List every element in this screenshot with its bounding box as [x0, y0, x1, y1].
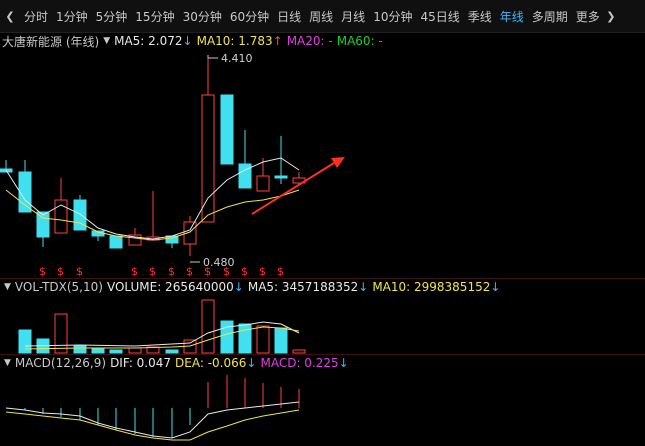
arrow-down-icon: ↓	[490, 280, 501, 294]
ma5-readout: MA5: 2.072	[114, 34, 183, 48]
period-tab[interactable]: 年线	[496, 8, 528, 25]
period-tab[interactable]: 多周期	[528, 8, 572, 25]
volume-ma10-readout: MA10: 2998385152	[372, 280, 491, 294]
dividend-marker: $	[149, 265, 156, 278]
chevron-down-icon[interactable]: ▼	[4, 282, 11, 292]
arrow-down-icon: ↓	[182, 34, 193, 48]
chevron-right-icon[interactable]: ❯	[604, 10, 618, 23]
dividend-marker: $	[223, 265, 230, 278]
arrow-down-icon: ↓	[246, 356, 257, 370]
volume-bar-down	[73, 345, 87, 354]
period-tabs: 分时 1分钟 5分钟 15分钟 30分钟 60分钟 日线 周线 月线 10分钟 45日线 季线 年线 多周…	[20, 8, 604, 25]
chevron-down-icon[interactable]: ▼	[103, 36, 110, 46]
dividend-marker: $	[39, 265, 46, 278]
candle-up	[256, 175, 270, 192]
volume-bar-down	[274, 327, 288, 354]
high-pointer	[207, 55, 218, 59]
macd-header: ▼ MACD(12,26,9) DIF: 0.047 DEA: -0.066 ↓…	[0, 354, 353, 372]
dividend-marker: $	[57, 265, 64, 278]
volume-chart[interactable]	[0, 296, 645, 354]
period-tab[interactable]: 30分钟	[179, 8, 226, 25]
dividend-marker: $	[277, 265, 284, 278]
period-tab[interactable]: 45日线	[416, 8, 463, 25]
arrow-down-icon: ↓	[338, 356, 349, 370]
stock-title: 大唐新能源 (年线)	[2, 34, 100, 49]
macd-chart[interactable]	[0, 372, 645, 446]
arrow-up-icon: ↑	[272, 34, 283, 48]
volume-header: ▼ VOL-TDX(5,10) VOLUME: 265640000 ↓ MA5:…	[0, 278, 504, 296]
dividend-marker: $	[168, 265, 175, 278]
period-toolbar: ❮ 分时 1分钟 5分钟 15分钟 30分钟 60分钟 日线 周线 月线 10分钟 45日线 季线 年线…	[0, 0, 645, 33]
candle-down	[36, 211, 50, 238]
volume-readout: VOLUME: 265640000	[106, 280, 234, 294]
chevron-down-icon[interactable]: ▼	[4, 358, 11, 368]
volume-bar-up	[292, 349, 306, 354]
volume-bar-down	[91, 347, 105, 354]
volume-bar-down	[238, 323, 252, 354]
volume-bar-up	[128, 347, 142, 354]
dividend-marker: $	[204, 265, 211, 278]
candlestick-chart[interactable]: 4.4100.480$ $ $ $ $ $ $ $ $ $ $ $	[0, 50, 645, 278]
volume-bar-up	[256, 325, 270, 354]
volume-bar-down	[220, 320, 234, 354]
dea-readout: DEA: -0.066	[175, 356, 247, 370]
candle-down	[220, 94, 234, 165]
dividend-marker: $	[186, 265, 193, 278]
dividend-marker: $	[76, 265, 83, 278]
period-tab[interactable]: 1分钟	[52, 8, 92, 25]
macd-readout: MACD: 0.225	[260, 356, 339, 370]
volume-ma5-readout: MA5: 3457188352	[247, 280, 359, 294]
period-tab[interactable]: 更多	[572, 8, 604, 25]
dividend-marker: $	[131, 265, 138, 278]
ma10-readout: MA10: 1.783	[196, 34, 273, 48]
volume-bar-up	[201, 299, 215, 354]
period-tab[interactable]: 日线	[273, 8, 305, 25]
dif-readout: DIF: 0.047	[110, 356, 172, 370]
volume-bar-down	[18, 329, 32, 354]
arrow-down-icon: ↓	[233, 280, 244, 294]
period-tab[interactable]: 周线	[305, 8, 337, 25]
period-tab[interactable]: 分时	[20, 8, 52, 25]
candle-down	[18, 171, 32, 213]
period-tab[interactable]: 5分钟	[92, 8, 132, 25]
chevron-left-icon[interactable]: ❮	[0, 10, 20, 23]
volume-bar-down	[109, 349, 123, 354]
candle-down	[274, 175, 288, 179]
high-price-label: 4.410	[221, 52, 253, 65]
candle-up	[201, 94, 215, 223]
period-tab[interactable]: 月线	[337, 8, 369, 25]
period-tab[interactable]: 10分钟	[369, 8, 416, 25]
volume-indicator-title: VOL-TDX(5,10)	[14, 280, 103, 294]
ma20-readout: MA20: -	[286, 34, 333, 48]
dividend-marker: $	[259, 265, 266, 278]
dividend-marker: $	[241, 265, 248, 278]
candle-down	[109, 235, 123, 249]
period-tab[interactable]: 60分钟	[226, 8, 273, 25]
macd-indicator-title: MACD(12,26,9)	[14, 356, 107, 370]
ma60-readout: MA60: -	[336, 34, 383, 48]
period-tab[interactable]: 季线	[464, 8, 496, 25]
main-chart-header: 大唐新能源 (年线) ▼ MA5: 2.072 ↓ MA10: 1.783 ↑ …	[0, 32, 387, 50]
arrow-down-icon: ↓	[358, 280, 369, 294]
period-tab[interactable]: 15分钟	[131, 8, 178, 25]
volume-bar-down	[165, 349, 179, 354]
volume-bar-up	[54, 313, 68, 354]
